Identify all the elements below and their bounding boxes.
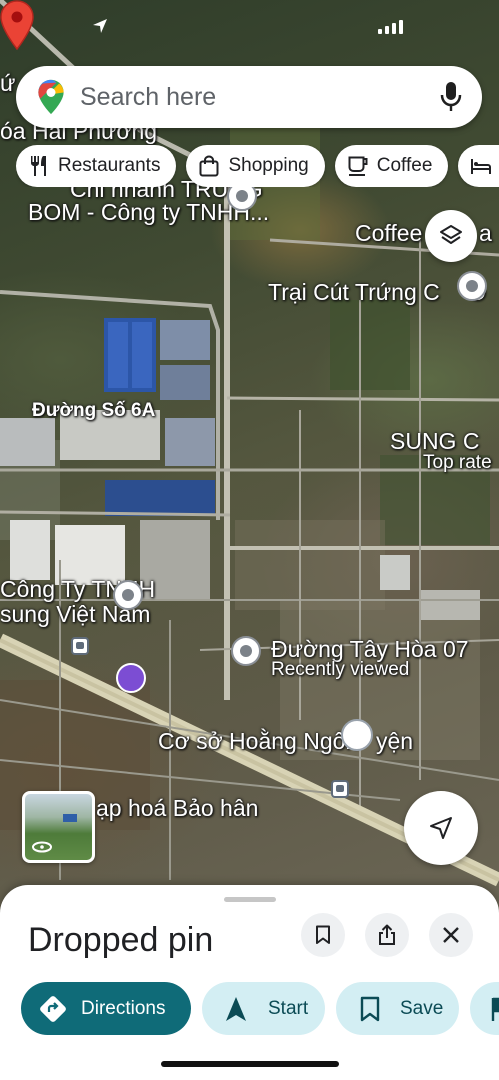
map-label: ứ xyxy=(0,70,16,96)
street-view-360-icon xyxy=(32,841,52,853)
navigation-arrow-icon xyxy=(226,996,246,1021)
bookmark-icon xyxy=(316,925,330,944)
chip-label: Restaurants xyxy=(58,155,161,176)
map-label-subtitle: Recently viewed xyxy=(271,659,410,680)
map-label: yện xyxy=(376,728,414,754)
map-label-road: Đường Số 6A xyxy=(32,400,156,421)
place-pin-icon[interactable] xyxy=(113,580,143,610)
flag-icon xyxy=(491,997,499,1021)
gas-station-pin-icon[interactable] xyxy=(116,663,146,693)
map-label: a xyxy=(479,220,492,246)
chip-label: Coffee xyxy=(376,155,433,176)
cellular-signal-icon xyxy=(378,20,403,34)
save-bookmark-button[interactable] xyxy=(301,913,345,957)
place-bottom-sheet[interactable]: Dropped pin Directions Start Save xyxy=(0,885,499,1080)
layers-icon xyxy=(440,225,462,244)
map-label: Đường Tây Hòa 07 xyxy=(271,636,469,662)
place-title: Dropped pin xyxy=(28,921,214,959)
save-button[interactable]: Save xyxy=(336,982,459,1035)
action-buttons-row: Directions Start Save xyxy=(21,982,499,1035)
save-label: Save xyxy=(400,997,444,1019)
home-indicator[interactable] xyxy=(161,1061,339,1067)
start-button[interactable]: Start xyxy=(202,982,325,1035)
close-icon xyxy=(443,927,459,943)
search-input[interactable]: Search here xyxy=(80,83,440,112)
map-label: ạp hoá Bảo hân xyxy=(96,795,259,821)
maps-screen: ứ óa Hai Phương Chi nhánh TRUNG BOM - Cô… xyxy=(0,0,499,1080)
map-label: Coffee xyxy=(355,220,423,246)
map-label-subtitle: Top rate xyxy=(423,452,492,473)
school-pin-icon[interactable] xyxy=(341,719,373,751)
chip-label: Shopping xyxy=(228,155,309,176)
location-services-icon xyxy=(93,19,107,33)
bookmark-icon xyxy=(360,996,380,1021)
fork-knife-icon xyxy=(31,156,46,176)
directions-label: Directions xyxy=(81,997,166,1019)
google-maps-logo-icon xyxy=(38,79,64,115)
start-label: Start xyxy=(268,997,309,1019)
my-location-button[interactable] xyxy=(404,791,478,865)
coffee-cup-icon xyxy=(348,156,368,176)
chip-coffee[interactable]: Coffee xyxy=(334,145,449,187)
share-button[interactable] xyxy=(365,913,409,957)
street-sign-image xyxy=(63,814,77,822)
navigation-arrow-icon xyxy=(430,817,452,839)
directions-diamond-icon xyxy=(40,995,66,1022)
chip-hotels[interactable] xyxy=(458,145,499,187)
place-pin-icon[interactable] xyxy=(457,271,487,301)
shopping-bag-icon xyxy=(199,155,219,177)
bus-stop-icon[interactable] xyxy=(331,780,349,798)
category-chips: Restaurants Shopping Coffee xyxy=(16,145,499,187)
chip-restaurants[interactable]: Restaurants xyxy=(16,145,177,187)
hotel-bed-icon xyxy=(471,159,492,174)
street-view-thumbnail[interactable] xyxy=(22,791,95,863)
chip-shopping[interactable]: Shopping xyxy=(186,145,325,187)
status-bar xyxy=(0,14,499,44)
bus-stop-icon[interactable] xyxy=(71,637,89,655)
layers-button[interactable] xyxy=(425,210,477,262)
recent-place-pin-icon[interactable] xyxy=(231,636,261,666)
map-label: SUNG C xyxy=(390,428,480,454)
close-button[interactable] xyxy=(429,913,473,957)
sheet-drag-handle[interactable] xyxy=(224,897,276,902)
label-flag-button[interactable] xyxy=(470,982,499,1035)
directions-button[interactable]: Directions xyxy=(21,982,191,1035)
share-icon xyxy=(379,924,395,945)
search-bar[interactable]: Search here xyxy=(16,66,482,128)
microphone-icon[interactable] xyxy=(440,81,462,113)
map-label: Trại Cút Trứng C xyxy=(268,279,440,305)
map-label: Cơ sở Hoằng Ngôn xyxy=(158,728,359,754)
